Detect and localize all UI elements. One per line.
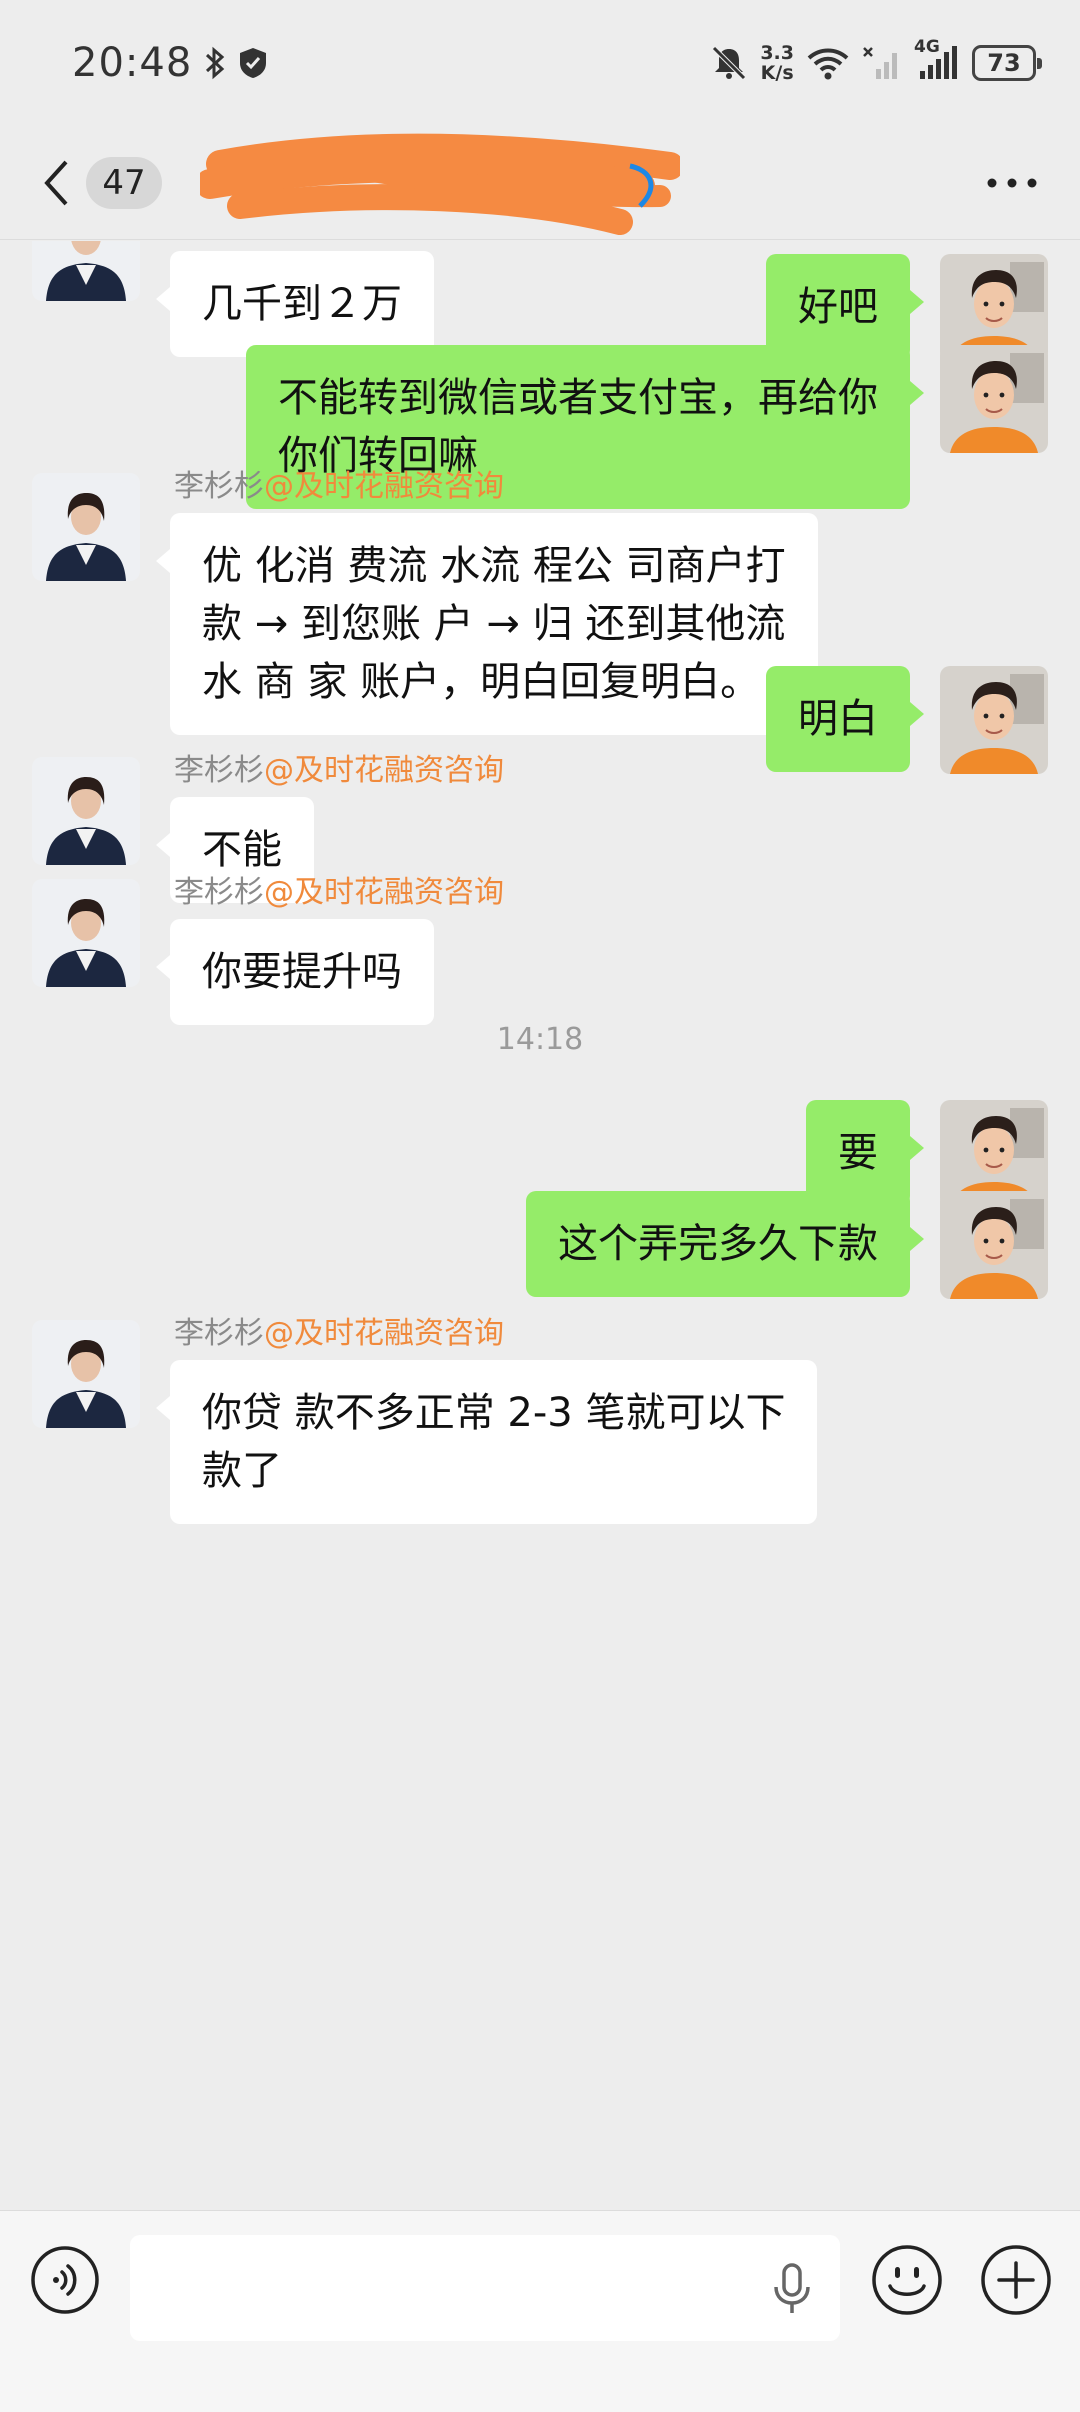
- message-bubble[interactable]: 优 化消 费流 水流 程公 司商户打 款 → 到您账 户 → 归 还到其他流 水…: [156, 513, 818, 735]
- sender-name: 李杉杉@及时花融资咨询: [174, 873, 504, 913]
- emoji-button[interactable]: [870, 2243, 944, 2317]
- chevron-left-icon: [44, 160, 68, 205]
- more-dots-icon: [987, 178, 1037, 188]
- man-portrait-icon: [940, 1191, 1048, 1299]
- chat-message-list[interactable]: 几千到２万 好吧 不能转到微信或者支付宝，再给你 你们转回嘛 李杉杉@及时花融资…: [0, 241, 1080, 2210]
- battery-level: 73: [987, 49, 1021, 77]
- message-line: 你贷 款不多正常 2-3 笔就可以下: [202, 1390, 786, 1436]
- message-bubble[interactable]: 几千到２万: [156, 251, 434, 357]
- sender-display-name: 李杉杉: [174, 469, 264, 504]
- chat-header: 47: [0, 126, 1080, 240]
- sender-org-tag: @及时花融资咨询: [264, 875, 504, 910]
- agent-avatar[interactable]: [32, 241, 140, 301]
- net-speed: 3.3 K/s: [760, 43, 794, 83]
- sender-display-name: 李杉杉: [174, 875, 264, 910]
- sender-name: 李杉杉@及时花融资咨询: [174, 1314, 504, 1354]
- unread-count-badge[interactable]: 47: [86, 156, 162, 209]
- signal-4g-icon: 4G: [914, 37, 960, 81]
- my-avatar[interactable]: [940, 1191, 1048, 1299]
- sender-org-tag: @及时花融资咨询: [264, 1316, 504, 1351]
- sender-display-name: 李杉杉: [174, 753, 264, 788]
- woman-portrait-icon: [32, 241, 140, 301]
- shield-icon: [238, 46, 268, 80]
- more-actions-button[interactable]: [979, 2243, 1053, 2317]
- sender-org-tag: @及时花融资咨询: [264, 753, 504, 788]
- agent-avatar[interactable]: [32, 1320, 140, 1428]
- net-speed-value: 3.3: [760, 42, 794, 64]
- message-line: 水 商 家 账户，明白回复明白。: [202, 659, 761, 705]
- message-line: 款 → 到您账 户 → 归 还到其他流: [202, 601, 786, 647]
- message-bubble[interactable]: 这个弄完多久下款: [526, 1191, 924, 1297]
- man-portrait-icon: [940, 345, 1048, 453]
- voice-wave-icon: [31, 2246, 99, 2314]
- message-line: 不能转到微信或者支付宝，再给你: [278, 375, 878, 421]
- message-line: 款了: [202, 1448, 282, 1494]
- message-bubble[interactable]: 你要提升吗: [156, 919, 434, 1025]
- chat-timestamp: 14:18: [496, 1022, 584, 1057]
- agent-avatar[interactable]: [32, 473, 140, 581]
- message-line: 优 化消 费流 水流 程公 司商户打: [202, 543, 786, 589]
- status-time: 20:48: [72, 40, 193, 86]
- voice-mode-button[interactable]: [30, 2245, 100, 2315]
- agent-avatar[interactable]: [32, 879, 140, 987]
- woman-portrait-icon: [32, 757, 140, 865]
- net-speed-unit: K/s: [760, 62, 794, 84]
- woman-portrait-icon: [32, 879, 140, 987]
- more-options-button[interactable]: [984, 166, 1040, 200]
- message-input[interactable]: [130, 2235, 840, 2341]
- signal-x-icon: [862, 45, 902, 81]
- plus-circle-icon: [981, 2245, 1051, 2315]
- input-bar: [0, 2210, 1080, 2412]
- voice-input-button[interactable]: [770, 2261, 814, 2317]
- woman-portrait-icon: [32, 473, 140, 581]
- message-bubble[interactable]: 你贷 款不多正常 2-3 笔就可以下 款了: [155, 1360, 818, 1524]
- network-type-label: 4G: [914, 37, 940, 57]
- sender-org-tag: @及时花融资咨询: [264, 469, 504, 504]
- status-bar: 20:48 3.3 K/s 4G 73: [0, 0, 1080, 126]
- bluetooth-icon: [204, 46, 226, 80]
- my-avatar[interactable]: [940, 666, 1048, 774]
- redaction-scribble: [200, 133, 680, 235]
- message-bubble[interactable]: 明白: [766, 666, 924, 772]
- back-button[interactable]: [32, 153, 80, 213]
- mute-bell-icon: [710, 44, 748, 82]
- sender-name: 李杉杉@及时花融资咨询: [174, 751, 504, 791]
- sender-display-name: 李杉杉: [174, 1316, 264, 1351]
- battery-icon: 73: [972, 45, 1042, 81]
- my-avatar[interactable]: [940, 345, 1048, 453]
- agent-avatar[interactable]: [32, 757, 140, 865]
- microphone-icon: [774, 2263, 810, 2313]
- man-portrait-icon: [940, 666, 1048, 774]
- smiley-icon: [872, 2245, 942, 2315]
- sender-name: 李杉杉@及时花融资咨询: [174, 467, 504, 507]
- woman-portrait-icon: [32, 1320, 140, 1428]
- wifi-icon: [806, 46, 850, 80]
- chat-title-redacted: [200, 126, 680, 240]
